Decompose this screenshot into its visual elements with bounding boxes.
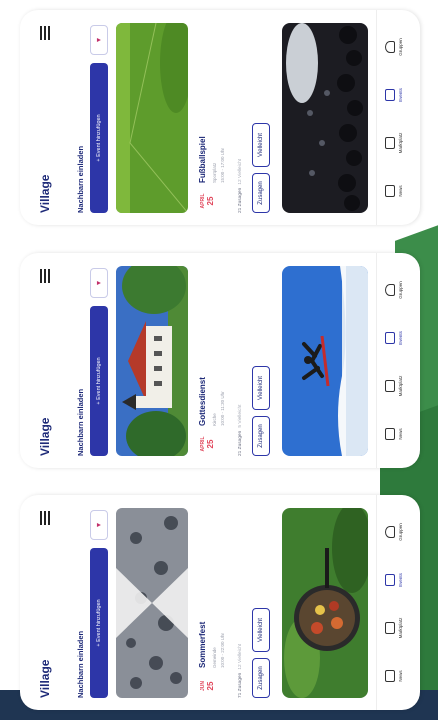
bottom-navigation: News Marktplatz Events Gruppen [376, 253, 420, 468]
add-event-button[interactable]: + Event hinzufügen [90, 548, 108, 698]
event-image-football-field [116, 23, 188, 213]
phone-screen-sommerfest: Village Nachbarn einladen + Event hinzuf… [20, 495, 420, 710]
filter-icon[interactable]: ▾ [90, 25, 108, 55]
event-day: 25 [206, 439, 215, 449]
event-stats: 21 Zusagen 12 Vielleicht [238, 159, 243, 213]
nav-marketplace[interactable]: Marktplatz [385, 608, 403, 648]
event-day: 25 [206, 681, 215, 691]
accept-count: 21 Zusagen [238, 187, 243, 213]
event-title[interactable]: Gottesdienst [198, 377, 207, 426]
maybe-button[interactable]: Vielleicht [252, 366, 270, 410]
nav-marketplace[interactable]: Marktplatz [385, 366, 403, 406]
event-image-church [116, 266, 188, 456]
top-bar: Village [38, 265, 58, 456]
filter-icon[interactable]: ▾ [90, 268, 108, 298]
marketplace-icon [385, 137, 395, 149]
nav-label: News [398, 185, 403, 197]
hamburger-menu-icon[interactable] [38, 269, 50, 283]
nav-events[interactable]: Events [385, 75, 403, 115]
event-time: 10:00 - 11:30 Uhr [220, 391, 225, 426]
filter-icon[interactable]: ▾ [90, 510, 108, 540]
nav-label: Marktplatz [398, 132, 403, 154]
app-title: Village [38, 417, 52, 456]
group-icon [385, 284, 395, 296]
hamburger-menu-icon[interactable] [38, 26, 50, 40]
calendar-icon [385, 332, 395, 344]
bottom-navigation: News Marktplatz Events Gruppen [376, 495, 420, 710]
event-day: 25 [206, 196, 215, 206]
event-image-stadium-crowd [282, 23, 368, 213]
event-date: APRIL 25 [200, 432, 215, 456]
add-event-button[interactable]: + Event hinzufügen [90, 306, 108, 456]
event-date: APRIL 25 [200, 189, 215, 213]
nav-groups[interactable]: Gruppen [385, 27, 403, 67]
nav-groups[interactable]: Gruppen [385, 512, 403, 552]
event-image-jump [282, 266, 368, 456]
event-location: Gemeinde [212, 647, 217, 668]
nav-label: News [398, 428, 403, 440]
invite-neighbors-link[interactable]: Nachbarn einladen [76, 146, 85, 213]
event-time: 10:00 - 22:00 Uhr [220, 632, 225, 668]
event-stats: 21 Zusagen 5 Vielleicht [238, 405, 243, 456]
marketplace-icon [385, 380, 395, 392]
invite-neighbors-link[interactable]: Nachbarn einladen [76, 389, 85, 456]
nav-news[interactable]: News [385, 656, 403, 696]
nav-label: Marktplatz [398, 375, 403, 397]
newspaper-icon [385, 428, 395, 440]
nav-label: Gruppen [398, 38, 403, 56]
rotated-mockups: Village Nachbarn einladen + Event hinzuf… [0, 0, 438, 720]
accept-count: 71 Zusagen [238, 672, 243, 698]
app-title: Village [38, 659, 52, 698]
accept-button[interactable]: Zusagen [252, 173, 270, 213]
phone-screen-gottesdienst: Village Nachbarn einladen + Event hinzuf… [20, 253, 420, 468]
event-location: Sportplatz [212, 162, 217, 183]
nav-events[interactable]: Events [385, 318, 403, 358]
newspaper-icon [385, 185, 395, 197]
marketplace-icon [385, 622, 395, 634]
calendar-icon [385, 574, 395, 586]
maybe-count: 5 Vielleicht [238, 404, 243, 428]
nav-label: Events [398, 573, 403, 587]
accept-button[interactable]: Zusagen [252, 416, 270, 456]
accept-count: 21 Zusagen [238, 430, 243, 456]
nav-groups[interactable]: Gruppen [385, 270, 403, 310]
photo-background: Village Nachbarn einladen + Event hinzuf… [0, 0, 438, 720]
add-event-button[interactable]: + Event hinzufügen [90, 63, 108, 213]
nav-label: Events [398, 331, 403, 345]
maybe-button[interactable]: Vielleicht [252, 608, 270, 652]
maybe-count: 12 Vielleicht [238, 158, 243, 185]
event-date: JUN 25 [200, 674, 215, 698]
accept-button[interactable]: Zusagen [252, 658, 270, 698]
group-icon [385, 41, 395, 53]
event-title[interactable]: Fußballspiel [198, 136, 207, 183]
nav-label: Gruppen [398, 281, 403, 299]
nav-label: Events [398, 88, 403, 102]
event-location: Kirche [212, 413, 217, 426]
app-title: Village [38, 174, 52, 213]
nav-label: Marktplatz [398, 617, 403, 639]
nav-label: Gruppen [398, 523, 403, 541]
invite-neighbors-link[interactable]: Nachbarn einladen [76, 631, 85, 698]
event-stats: 71 Zusagen 12 Vielleicht [238, 644, 243, 698]
newspaper-icon [385, 670, 395, 682]
nav-marketplace[interactable]: Marktplatz [385, 123, 403, 163]
event-image-crowd [116, 508, 188, 698]
event-time: 15:00 - 17:00 Uhr [220, 147, 225, 183]
top-bar: Village [38, 22, 58, 213]
calendar-icon [385, 89, 395, 101]
group-icon [385, 526, 395, 538]
maybe-button[interactable]: Vielleicht [252, 123, 270, 167]
phone-screen-fussballspiel: Village Nachbarn einladen + Event hinzuf… [20, 10, 420, 225]
nav-news[interactable]: News [385, 171, 403, 211]
nav-news[interactable]: News [385, 414, 403, 454]
nav-label: News [398, 670, 403, 682]
hamburger-menu-icon[interactable] [38, 511, 50, 525]
top-bar: Village [38, 507, 58, 698]
nav-events[interactable]: Events [385, 560, 403, 600]
event-image-bbq [282, 508, 368, 698]
event-title[interactable]: Sommerfest [198, 622, 207, 668]
maybe-count: 12 Vielleicht [238, 643, 243, 670]
bottom-navigation: News Marktplatz Events Gruppen [376, 10, 420, 225]
